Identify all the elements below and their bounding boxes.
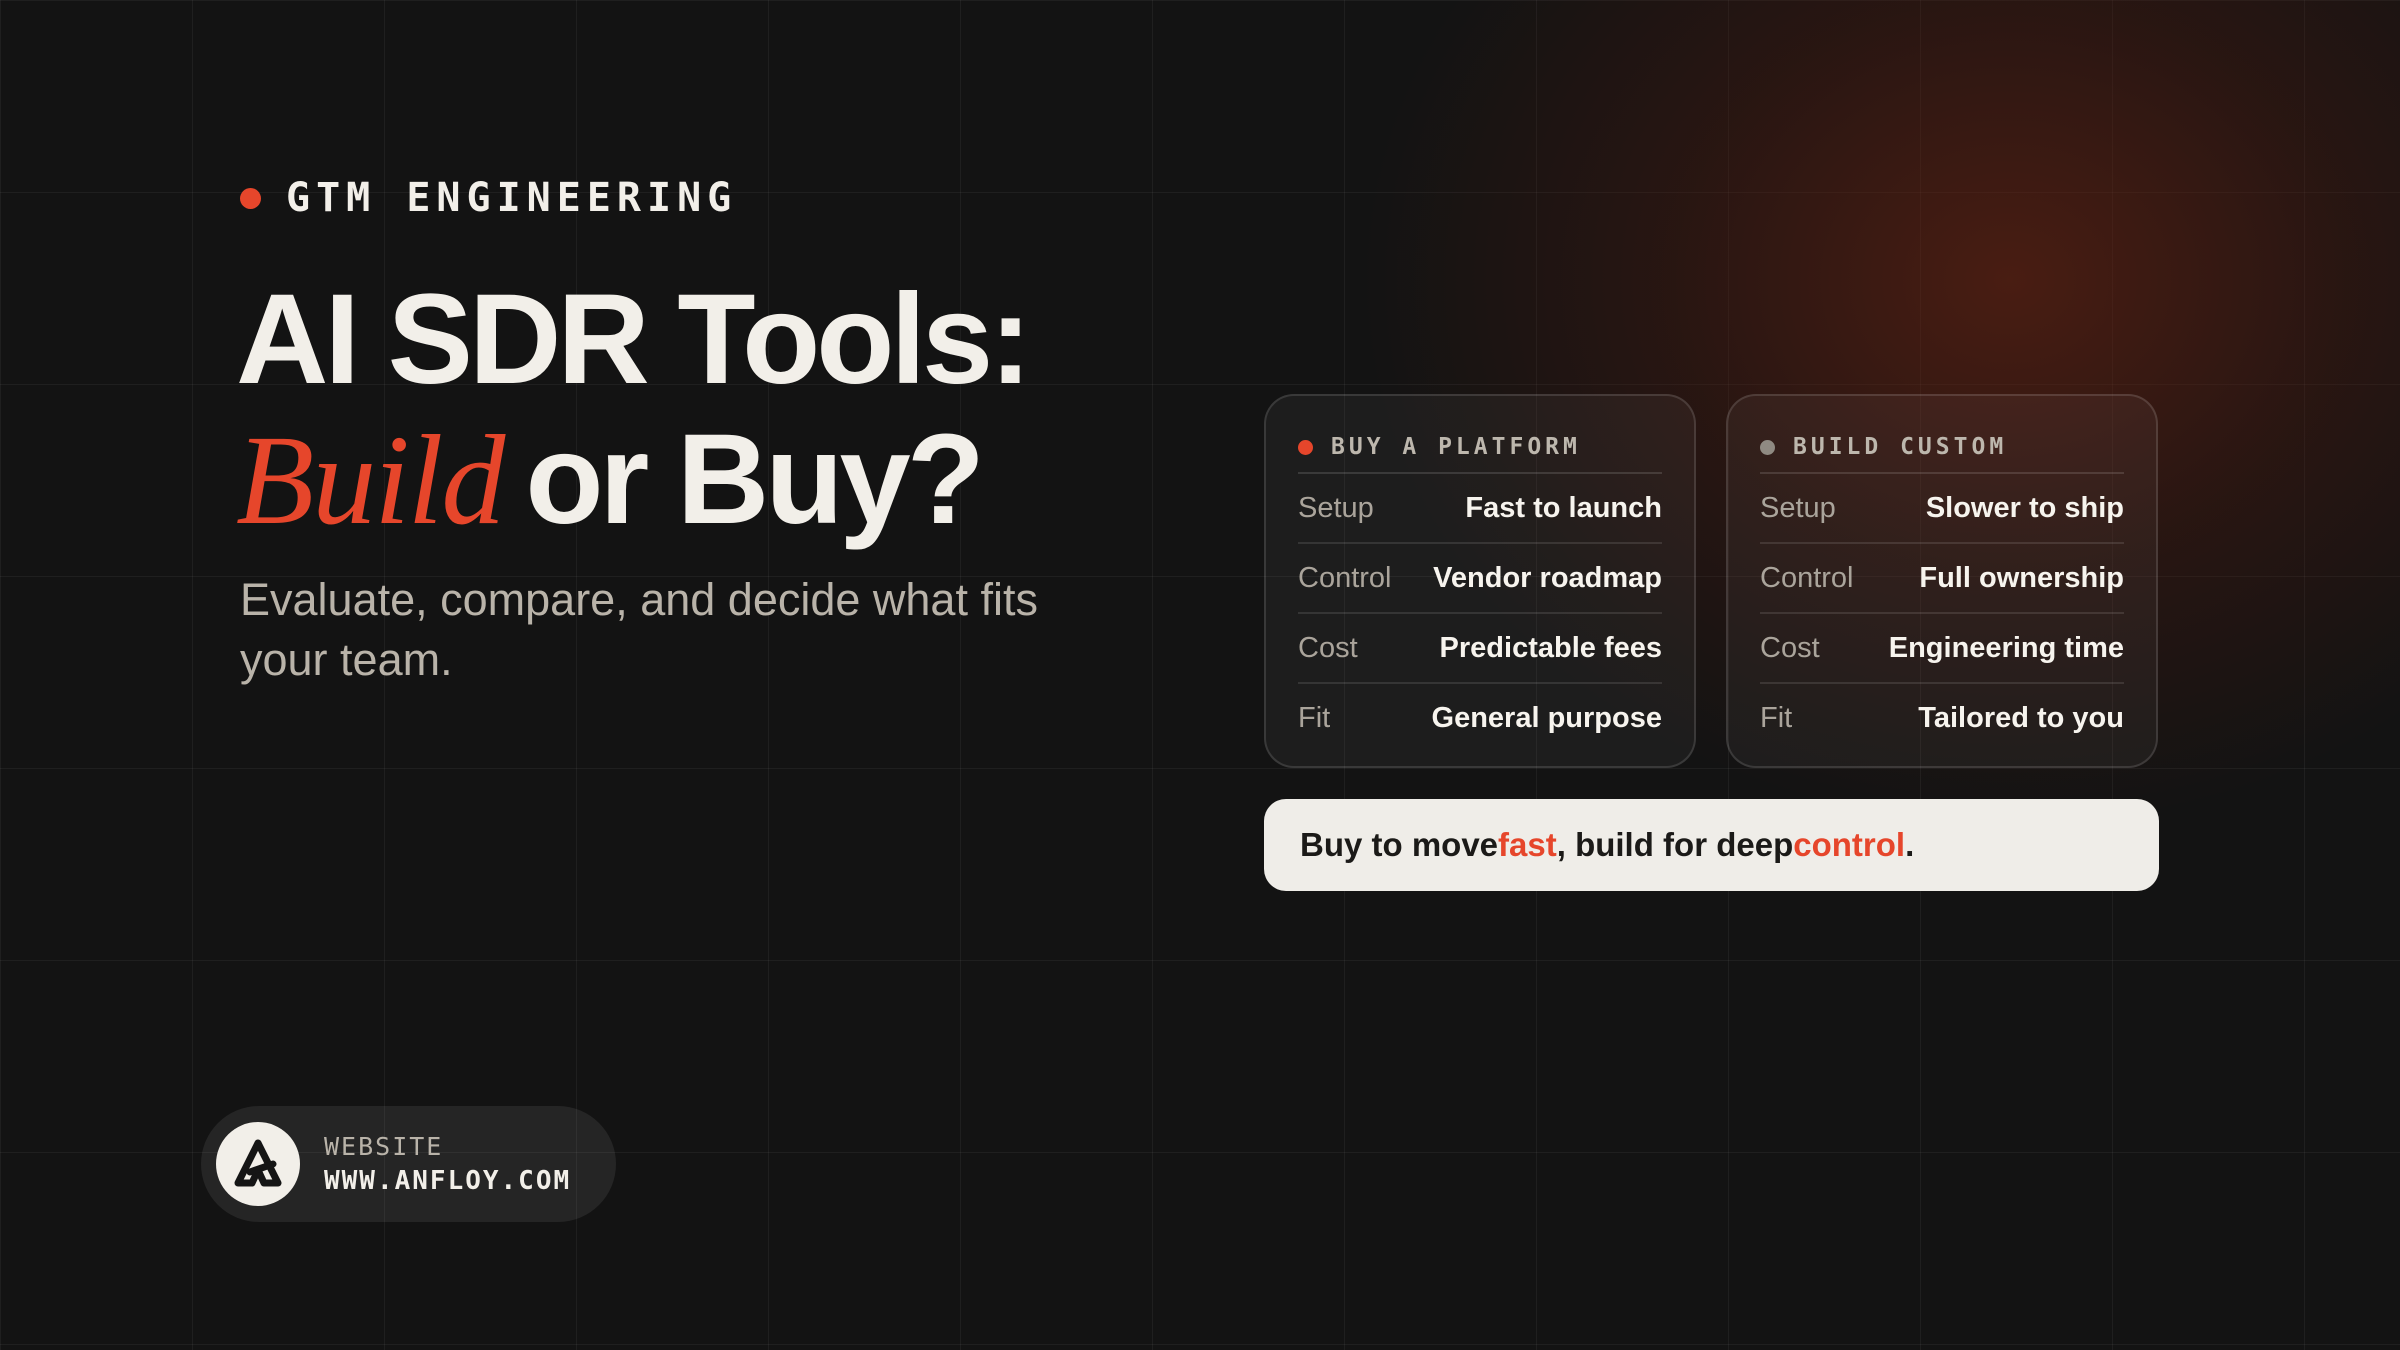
card-row-setup: Setup Fast to launch [1298, 474, 1662, 544]
title-rest: or Buy? [525, 408, 985, 551]
card-row-cost: Cost Predictable fees [1298, 614, 1662, 684]
row-label: Control [1298, 561, 1392, 594]
verdict-accent-control: control [1793, 826, 1906, 863]
card-row-setup: Setup Slower to ship [1760, 474, 2124, 544]
verdict-middle: , build for deep [1556, 826, 1794, 863]
verdict-banner: Buy to move fast, build for deep control… [1264, 799, 2159, 891]
hero-banner: GTM ENGINEERING AI SDR Tools: Build or Bu… [0, 0, 2400, 1350]
title-accent-word: Build [236, 409, 505, 551]
eyebrow-label: GTM ENGINEERING [286, 175, 738, 221]
title-line-2: Build or Buy? [236, 408, 1136, 551]
website-link[interactable]: WEBSITE WWW.ANFLOY.COM [201, 1106, 616, 1222]
dot-icon [240, 187, 261, 209]
card-row-cost: Cost Engineering time [1760, 614, 2124, 684]
card-row-control: Control Vendor roadmap [1298, 544, 1662, 614]
row-value: Full ownership [1919, 561, 2124, 594]
card-row-fit: Fit General purpose [1298, 684, 1662, 752]
row-value: Engineering time [1888, 631, 2124, 664]
row-label: Control [1760, 561, 1854, 594]
card-header: BUILD CUSTOM [1760, 422, 2124, 474]
eyebrow: GTM ENGINEERING [240, 176, 737, 220]
build-custom-card: BUILD CUSTOM Setup Slower to ship Contro… [1726, 394, 2158, 768]
row-label: Cost [1298, 631, 1358, 664]
row-label: Cost [1760, 631, 1820, 664]
verdict-accent-fast: fast [1498, 826, 1557, 863]
row-value: Tailored to you [1918, 701, 2124, 734]
row-label: Setup [1298, 491, 1374, 524]
dot-icon [1760, 439, 1775, 455]
row-label: Setup [1760, 491, 1836, 524]
page-title: AI SDR Tools: Build or Buy? [236, 268, 1136, 551]
row-label: Fit [1298, 701, 1331, 734]
card-row-fit: Fit Tailored to you [1760, 684, 2124, 752]
verdict-prefix: Buy to move [1300, 826, 1499, 863]
row-value: Vendor roadmap [1433, 561, 1662, 594]
website-text: WEBSITE WWW.ANFLOY.COM [324, 1134, 571, 1194]
subtitle: Evaluate, compare, and decide what fits … [240, 574, 1038, 685]
card-title: BUILD CUSTOM [1793, 433, 2008, 460]
buy-platform-card: BUY A PLATFORM Setup Fast to launch Cont… [1264, 394, 1696, 768]
dot-icon [1298, 439, 1313, 455]
row-value: Slower to ship [1925, 491, 2124, 524]
card-title: BUY A PLATFORM [1331, 433, 1581, 460]
website-url[interactable]: WWW.ANFLOY.COM [324, 1168, 571, 1194]
card-header: BUY A PLATFORM [1298, 422, 1662, 474]
title-line-1: AI SDR Tools: [236, 268, 1032, 411]
row-value: General purpose [1431, 701, 1662, 734]
verdict-suffix: . [1905, 826, 1915, 863]
anfloy-logo-icon [216, 1122, 300, 1206]
logo-mark [234, 1139, 282, 1187]
card-row-control: Control Full ownership [1760, 544, 2124, 614]
row-label: Fit [1760, 701, 1793, 734]
row-value: Predictable fees [1439, 631, 1662, 664]
website-label: WEBSITE [324, 1132, 444, 1161]
row-value: Fast to launch [1465, 491, 1662, 524]
